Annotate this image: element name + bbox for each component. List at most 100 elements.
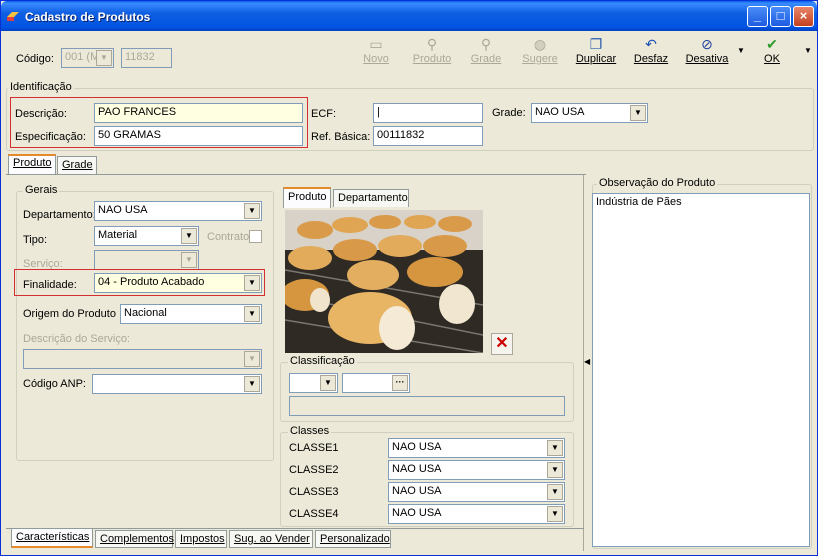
tipo-label: Tipo: (23, 234, 48, 246)
servico-select[interactable]: ▼ (94, 250, 199, 270)
tab-caracteristicas[interactable]: Características (11, 528, 93, 548)
departamento-label: Departamento: (23, 209, 96, 221)
contrato-checkbox[interactable] (249, 230, 262, 243)
chevron-down-icon: ▼ (244, 376, 260, 392)
observacao-title: Observação do Produto (597, 177, 718, 189)
chevron-down-icon: ▼ (244, 275, 260, 291)
observacao-textarea[interactable]: Indústria de Pães (592, 193, 810, 547)
classe3-select[interactable]: NAO USA ▼ (388, 482, 565, 502)
desfaz-button[interactable]: ↶ Desfaz (631, 35, 671, 73)
descricao-servico-select[interactable]: ▼ (23, 349, 262, 369)
chevron-down-icon: ▼ (244, 351, 260, 367)
chevron-down-icon: ▼ (181, 252, 197, 268)
tab-produto[interactable]: Produto (8, 154, 56, 174)
desativa-button[interactable]: ⊘ Desativa (681, 35, 733, 73)
ok-dropdown-icon[interactable]: ▼ (804, 46, 812, 55)
undo-icon: ↶ (645, 36, 657, 52)
ecf-label: ECF: (311, 108, 337, 120)
remove-image-button[interactable]: ✕ (491, 333, 513, 355)
chevron-down-icon: ▼ (96, 50, 112, 66)
block-icon: ⊘ (701, 36, 713, 52)
descricao-field[interactable]: PAO FRANCES (94, 103, 303, 123)
tab-sug-ao-vender[interactable]: Sug. ao Vender (229, 530, 313, 548)
classe2-label: CLASSE2 (289, 464, 339, 476)
especificacao-label: Especificação: (15, 131, 86, 143)
classe3-label: CLASSE3 (289, 486, 339, 498)
ecf-field[interactable]: | (373, 103, 483, 123)
chevron-down-icon: ▼ (547, 506, 563, 522)
classificacao-title: Classificação (288, 355, 357, 367)
classe4-label: CLASSE4 (289, 508, 339, 520)
codigo-label: Código: (16, 53, 54, 65)
classe2-select[interactable]: NAO USA ▼ (388, 460, 565, 480)
finalidade-select[interactable]: 04 - Produto Acabado ▼ (94, 273, 262, 293)
grade-select[interactable]: NAO USA ▼ (531, 103, 648, 123)
new-document-icon: ▭ (369, 36, 383, 52)
identificacao-title: Identificação (8, 81, 74, 93)
tab-image-departamento[interactable]: Departamento (333, 189, 409, 207)
contrato-label: Contrato (207, 231, 250, 243)
origem-select[interactable]: Nacional ▼ (120, 304, 262, 324)
grade-label: Grade: (492, 107, 526, 119)
classificacao-description (289, 396, 565, 416)
codigo-field[interactable]: 11832 (121, 48, 172, 68)
chevron-down-icon: ▼ (320, 375, 336, 391)
maximize-button[interactable]: □ (770, 6, 791, 27)
magnifier-icon: ⚲ (480, 36, 492, 52)
copy-icon: ❐ (589, 36, 603, 52)
novo-button[interactable]: ▭ Novo (358, 35, 394, 73)
bulb-icon: ◍ (533, 36, 547, 52)
ref-basica-field[interactable]: 00111832 (373, 126, 483, 146)
codigo-anp-select[interactable]: ▼ (92, 374, 262, 394)
close-icon: ✕ (495, 335, 509, 352)
descricao-label: Descrição: (15, 108, 67, 120)
departamento-select[interactable]: NAO USA ▼ (94, 201, 262, 221)
especificacao-field[interactable]: 50 GRAMAS (94, 126, 303, 146)
tab-impostos[interactable]: Impostos (175, 530, 227, 548)
ref-basica-label: Ref. Básica: (311, 131, 371, 143)
codigo-prefix-select[interactable]: 001 (M ▼ (61, 48, 114, 68)
chevron-down-icon: ▼ (547, 440, 563, 456)
origem-label: Origem do Produto (23, 308, 116, 320)
sugere-button[interactable]: ◍ Sugere (518, 35, 562, 73)
grade-button[interactable]: ⚲ Grade (467, 35, 505, 73)
tab-complementos[interactable]: Complementos (95, 530, 174, 548)
bread-image (285, 210, 483, 353)
gerais-title: Gerais (23, 184, 60, 196)
tab-divider (6, 174, 586, 175)
window-title: Cadastro de Produtos (25, 10, 151, 24)
checkmark-icon: ✔ (766, 36, 778, 52)
product-photo (285, 210, 483, 353)
tab-personalizado[interactable]: Personalizado (315, 530, 391, 548)
codigo-anp-label: Código ANP: (23, 378, 86, 390)
magnifier-icon: ⚲ (426, 36, 438, 52)
duplicar-button[interactable]: ❐ Duplicar (572, 35, 620, 73)
chevron-down-icon: ▼ (547, 462, 563, 478)
classe1-select[interactable]: NAO USA ▼ (388, 438, 565, 458)
chevron-down-icon: ▼ (244, 306, 260, 322)
minimize-button[interactable]: _ (747, 6, 768, 27)
app-icon (7, 12, 19, 21)
chevron-down-icon: ▼ (547, 484, 563, 500)
tab-image-produto[interactable]: Produto (283, 187, 331, 208)
chevron-down-icon: ▼ (181, 228, 197, 244)
classificacao-select[interactable]: ▼ (289, 373, 338, 393)
tipo-select[interactable]: Material ▼ (94, 226, 199, 246)
classes-title: Classes (288, 425, 332, 437)
ellipsis-button[interactable]: ··· (392, 375, 408, 391)
collapse-arrow-icon[interactable]: ◀ (584, 357, 590, 366)
classe1-label: CLASSE1 (289, 442, 339, 454)
produto-button[interactable]: ⚲ Produto (407, 35, 457, 73)
finalidade-label: Finalidade: (23, 279, 77, 291)
ok-button[interactable]: ✔ OK (758, 35, 786, 73)
window: Cadastro de Produtos _ □ × Código: 001 (… (0, 0, 818, 556)
title-bar: Cadastro de Produtos _ □ × (1, 1, 817, 31)
chevron-down-icon: ▼ (244, 203, 260, 219)
descricao-servico-label: Descrição do Serviço: (23, 333, 130, 345)
tab-grade[interactable]: Grade (57, 156, 97, 174)
close-button[interactable]: × (793, 6, 814, 27)
chevron-down-icon: ▼ (630, 105, 646, 121)
toolbar: Código: 001 (M ▼ 11832 ▭ Novo ⚲ Produto ⚲ Gr… (4, 32, 814, 77)
classe4-select[interactable]: NAO USA ▼ (388, 504, 565, 524)
desativa-dropdown-icon[interactable]: ▼ (737, 46, 745, 55)
